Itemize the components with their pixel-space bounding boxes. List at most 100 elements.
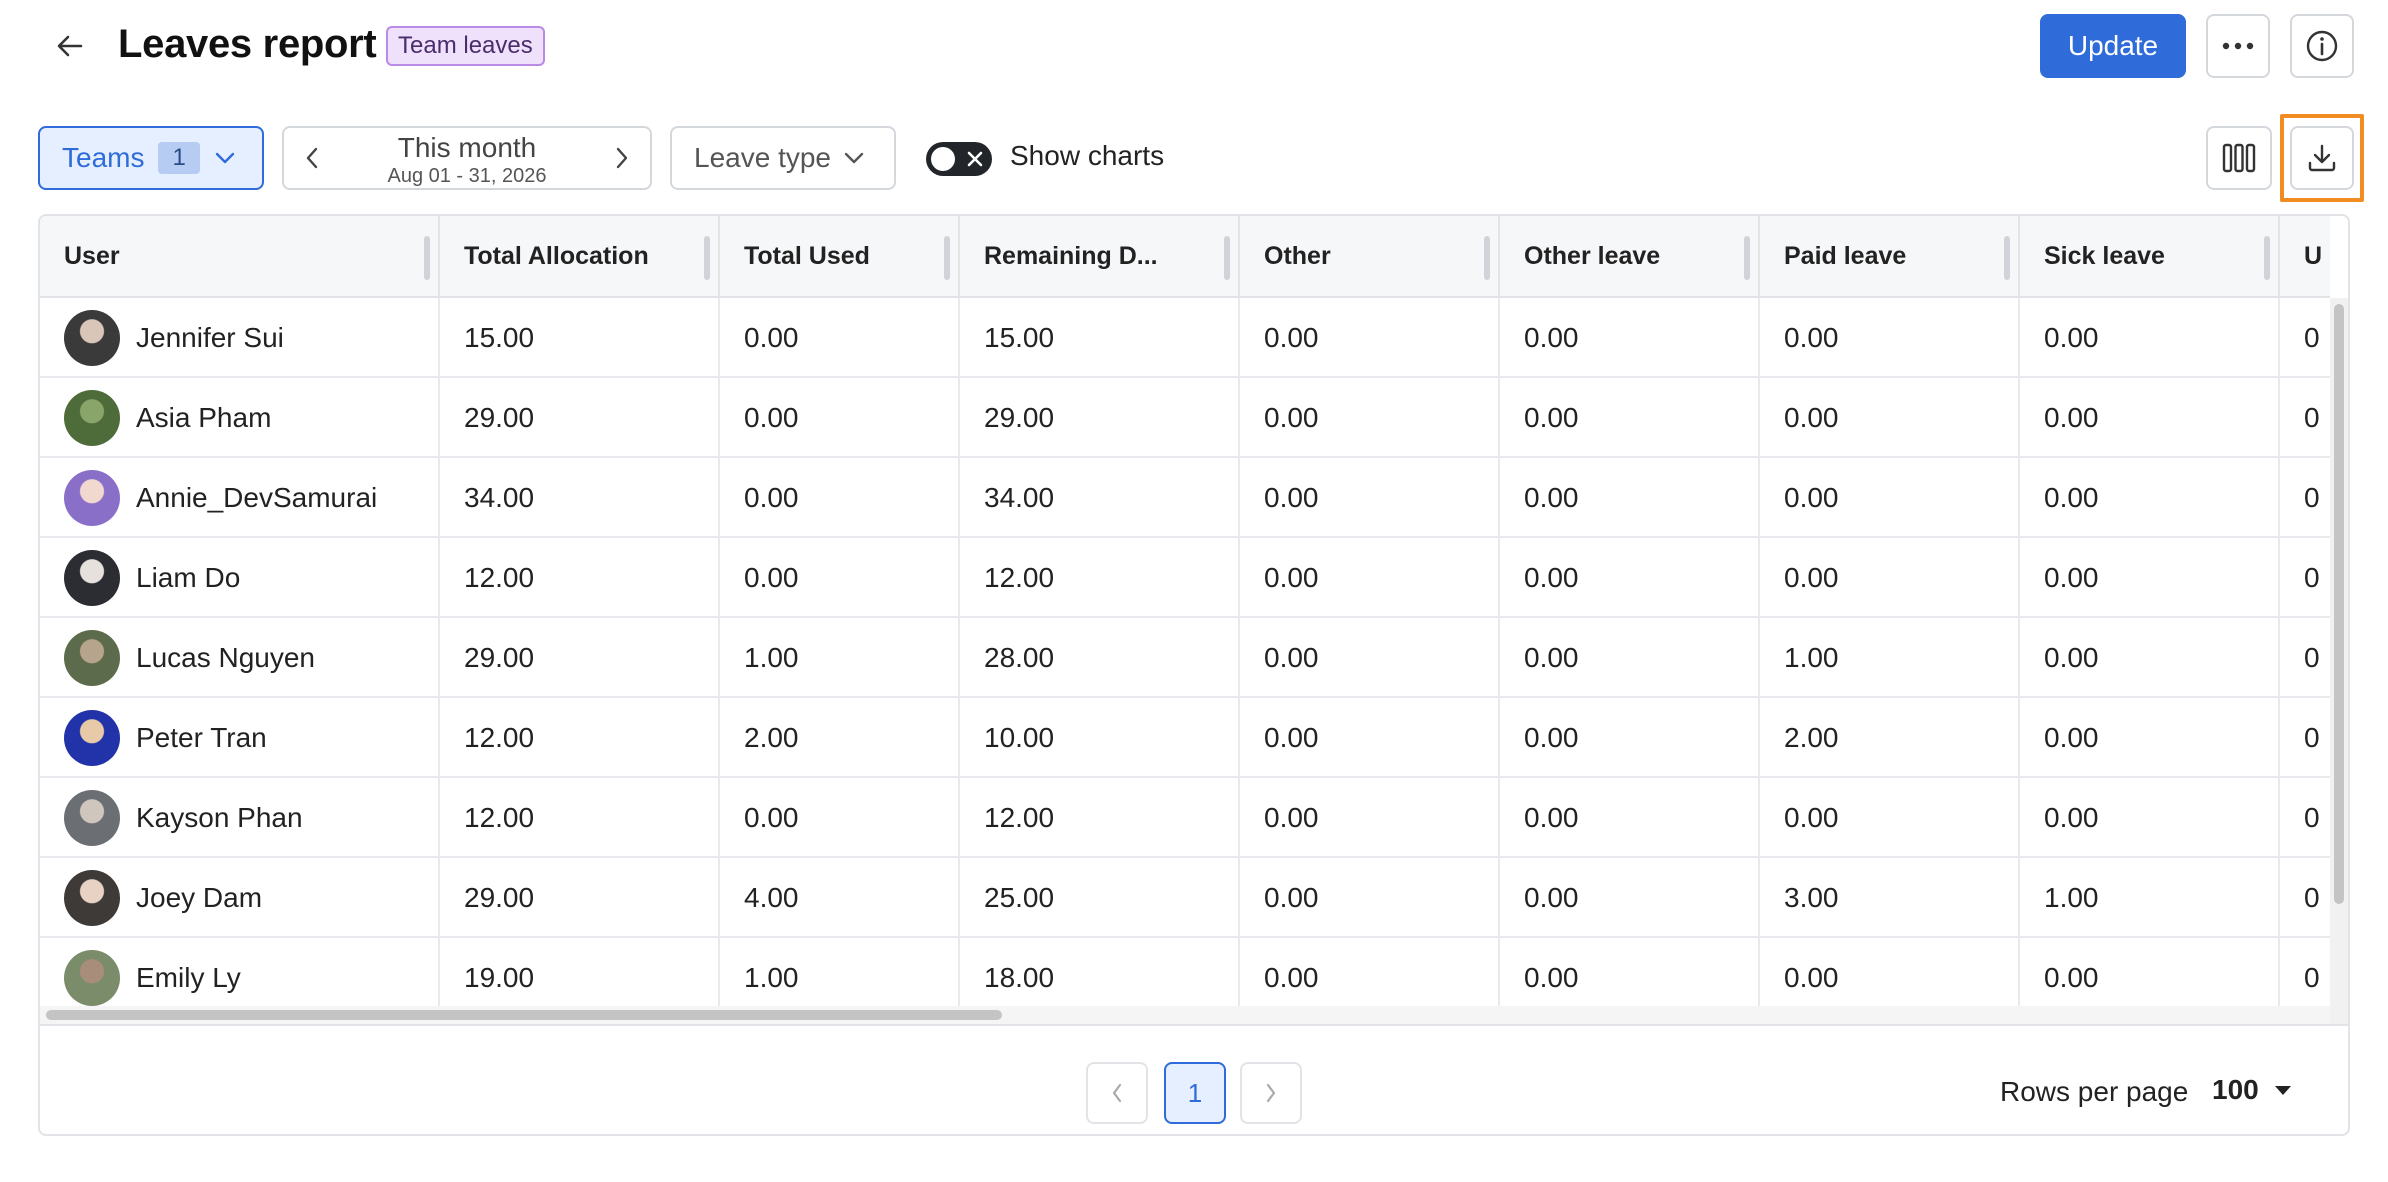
user-cell: Liam Do [40, 538, 440, 618]
teams-filter-label: Teams [62, 142, 145, 173]
avatar [64, 390, 120, 446]
column-header-label: Other leave [1524, 242, 1661, 270]
table-cell: 1.00 [1760, 618, 2020, 698]
column-header[interactable]: Other [1240, 216, 1500, 296]
table-cell: 12.00 [960, 778, 1240, 858]
leaves-report-page: Leaves report Team leaves Update Teams 1… [0, 0, 2388, 1182]
table-row[interactable]: Asia Pham 29.00 0.00 29.00 0.00 0.00 0.00 0.00 0 [40, 378, 2330, 458]
table-cell: 29.00 [440, 858, 720, 938]
table-cell: 28.00 [960, 618, 1240, 698]
table-row[interactable]: Liam Do 12.00 0.00 12.00 0.00 0.00 0.00 0.00 0 [40, 538, 2330, 618]
column-header[interactable]: Other leave [1500, 216, 1760, 296]
column-resize-handle[interactable] [1224, 236, 1230, 280]
avatar [64, 550, 120, 606]
table-cell: 0.00 [720, 778, 960, 858]
column-resize-handle[interactable] [704, 236, 710, 280]
table-cell: 0 [2280, 858, 2330, 938]
column-resize-handle[interactable] [1484, 236, 1490, 280]
previous-page-button[interactable] [1086, 1062, 1148, 1124]
column-header[interactable]: User [40, 216, 440, 296]
table-row[interactable]: Peter Tran 12.00 2.00 10.00 0.00 0.00 2.00 0.00… [40, 698, 2330, 778]
more-options-button[interactable] [2206, 14, 2270, 78]
columns-button[interactable] [2206, 126, 2272, 190]
table-cell: 0.00 [1500, 378, 1760, 458]
user-cell: Annie_DevSamurai [40, 458, 440, 538]
column-header[interactable]: Remaining D... [960, 216, 1240, 296]
table-cell: 12.00 [960, 538, 1240, 618]
report-table-card: User Total Allocation Total Used Remaining … [38, 214, 2350, 1136]
avatar [64, 630, 120, 686]
arrow-left-icon [57, 35, 83, 57]
table-cell: 0.00 [1500, 618, 1760, 698]
column-header-label: Sick leave [2044, 242, 2165, 270]
table-row[interactable]: Jennifer Sui 15.00 0.00 15.00 0.00 0.00 0.00 0.… [40, 298, 2330, 378]
page-1-button[interactable]: 1 [1164, 1062, 1226, 1124]
column-resize-handle[interactable] [424, 236, 430, 280]
column-resize-handle[interactable] [2264, 236, 2270, 280]
close-icon [967, 151, 983, 167]
show-charts-toggle[interactable] [926, 142, 992, 176]
vertical-scrollbar[interactable] [2330, 298, 2348, 1024]
avatar [64, 710, 120, 766]
table-cell: 10.00 [960, 698, 1240, 778]
horizontal-scrollbar[interactable] [40, 1006, 2330, 1024]
table-cell: 0 [2280, 378, 2330, 458]
table-cell: 0.00 [1760, 378, 2020, 458]
table-row[interactable]: Annie_DevSamurai 34.00 0.00 34.00 0.00 0.00 0.… [40, 458, 2330, 538]
table-cell: 0.00 [1500, 858, 1760, 938]
pagination-bar: 1 Rows per page 100 [40, 1024, 2348, 1134]
page-header: Leaves report Team leaves Update [0, 0, 2388, 100]
table-cell: 0.00 [720, 458, 960, 538]
column-resize-handle[interactable] [1744, 236, 1750, 280]
chevron-down-icon [844, 152, 864, 164]
table-row[interactable]: Joey Dam 29.00 4.00 25.00 0.00 0.00 3.00 1.00 0 [40, 858, 2330, 938]
user-name: Emily Ly [136, 962, 241, 993]
download-button[interactable] [2290, 126, 2354, 190]
table-cell: 1.00 [720, 618, 960, 698]
period-label[interactable]: This month Aug 01 - 31, 2026 [340, 132, 594, 188]
leave-type-filter[interactable]: Leave type [670, 126, 896, 190]
avatar [64, 950, 120, 1006]
table-row[interactable]: Lucas Nguyen 29.00 1.00 28.00 0.00 0.00 1.00 0.… [40, 618, 2330, 698]
user-name: Lucas Nguyen [136, 642, 316, 673]
user-cell: Kayson Phan [40, 778, 440, 858]
table-cell: 0.00 [1240, 378, 1500, 458]
table-cell: 4.00 [720, 858, 960, 938]
period-name: This month [397, 132, 537, 163]
rows-per-page-select[interactable]: 100 [2212, 1074, 2293, 1106]
table-cell: 34.00 [960, 458, 1240, 538]
info-button[interactable] [2290, 14, 2354, 78]
table-cell: 0 [2280, 618, 2330, 698]
column-header[interactable]: Sick leave [2020, 216, 2280, 296]
next-page-button[interactable] [1240, 1062, 1302, 1124]
column-header[interactable]: Total Allocation [440, 216, 720, 296]
table-cell: 0.00 [1500, 778, 1760, 858]
column-header[interactable]: Paid leave [1760, 216, 2020, 296]
update-button[interactable]: Update [2040, 14, 2186, 78]
download-icon [2308, 144, 2336, 172]
table-cell: 0 [2280, 698, 2330, 778]
column-resize-handle[interactable] [944, 236, 950, 280]
table-cell: 1.00 [2020, 858, 2280, 938]
column-header-label: User [64, 242, 120, 270]
teams-filter-button[interactable]: Teams 1 [38, 126, 264, 190]
rows-per-page-label: Rows per page [2000, 1076, 2189, 1107]
back-button[interactable] [46, 24, 94, 68]
chevron-right-icon [1266, 1083, 1276, 1103]
previous-period-button[interactable] [284, 128, 340, 188]
column-header[interactable]: Total Used [720, 216, 960, 296]
table-cell: 0.00 [1760, 538, 2020, 618]
info-icon [2306, 30, 2338, 62]
column-header-label: Remaining D... [984, 242, 1158, 270]
scrollbar-thumb[interactable] [46, 1010, 1002, 1020]
rows-per-page-value: 100 [2212, 1074, 2259, 1105]
columns-icon [2222, 143, 2256, 173]
user-cell: Jennifer Sui [40, 298, 440, 378]
scrollbar-thumb[interactable] [2334, 304, 2344, 904]
next-period-button[interactable] [594, 128, 650, 188]
caret-down-icon [2274, 1086, 2291, 1095]
table-row[interactable]: Kayson Phan 12.00 0.00 12.00 0.00 0.00 0.00 0.0… [40, 778, 2330, 858]
column-resize-handle[interactable] [2004, 236, 2010, 280]
column-header-label: Paid leave [1784, 242, 1907, 270]
column-header[interactable]: U [2280, 216, 2330, 296]
